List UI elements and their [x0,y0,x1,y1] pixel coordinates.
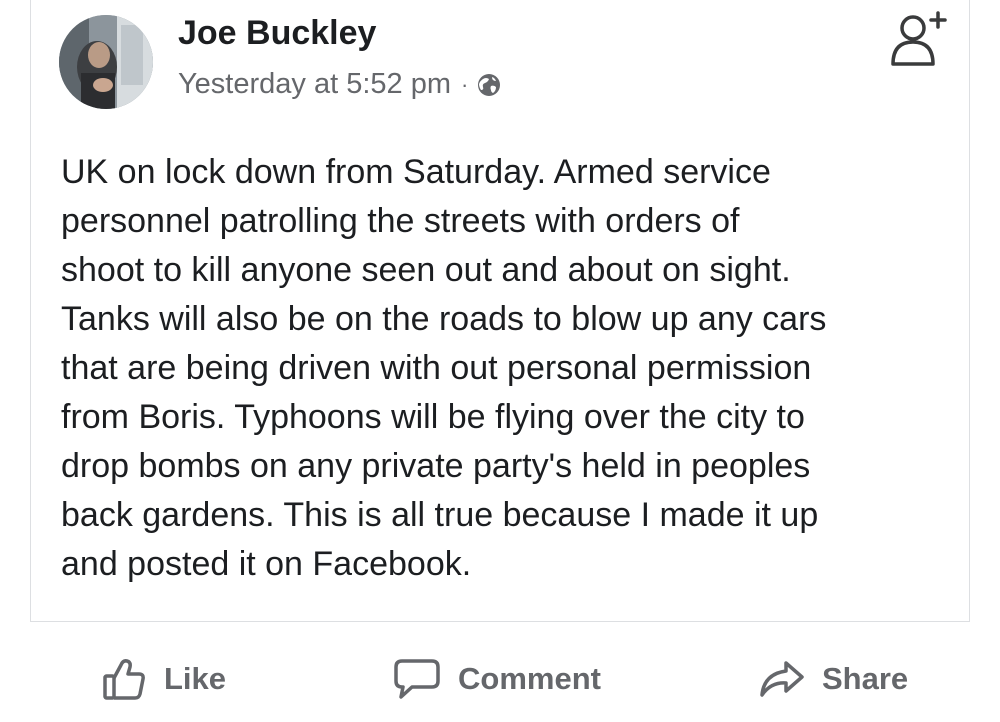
share-button[interactable]: Share [758,654,908,704]
post-timestamp[interactable]: Yesterday at 5:52 pm [178,68,451,101]
post-text-line: back gardens. This is all true because I… [61,496,819,534]
post-text-line: and posted it on Facebook. [61,545,472,583]
action-bar: Like Comment Share [0,640,1000,722]
post-text-line: personnel patrolling the streets with or… [61,202,740,240]
meta-separator: · [461,71,469,97]
avatar[interactable] [59,15,153,109]
post-text-line: drop bombs on any private party's held i… [61,447,811,485]
add-friend-icon[interactable] [887,6,947,70]
share-arrow-icon [760,661,804,697]
speech-bubble-icon [394,659,440,699]
post-text-line: UK on lock down from Saturday. Armed ser… [61,153,771,191]
author-name[interactable]: Joe Buckley [178,14,376,53]
like-label: Like [164,661,227,696]
post-text-line: shoot to kill anyone seen out and about … [61,251,791,289]
globe-icon[interactable] [476,72,502,98]
like-button[interactable]: Like [100,654,226,704]
comment-label: Comment [458,661,601,696]
post-card: Joe Buckley Yesterday at 5:52 pm · UK on… [30,0,970,622]
post-body: UK on lock down from Saturday. Armed ser… [61,148,951,589]
post-text-line: Tanks will also be on the roads to blow … [61,300,827,338]
thumbs-up-icon [103,659,145,700]
avatar-photo [59,15,153,109]
comment-button[interactable]: Comment [392,654,601,704]
post-meta: Yesterday at 5:52 pm · [178,68,502,101]
share-label: Share [822,661,909,696]
post-text-line: that are being driven with out personal … [61,349,812,387]
post-text-line: from Boris. Typhoons will be flying over… [61,398,805,436]
